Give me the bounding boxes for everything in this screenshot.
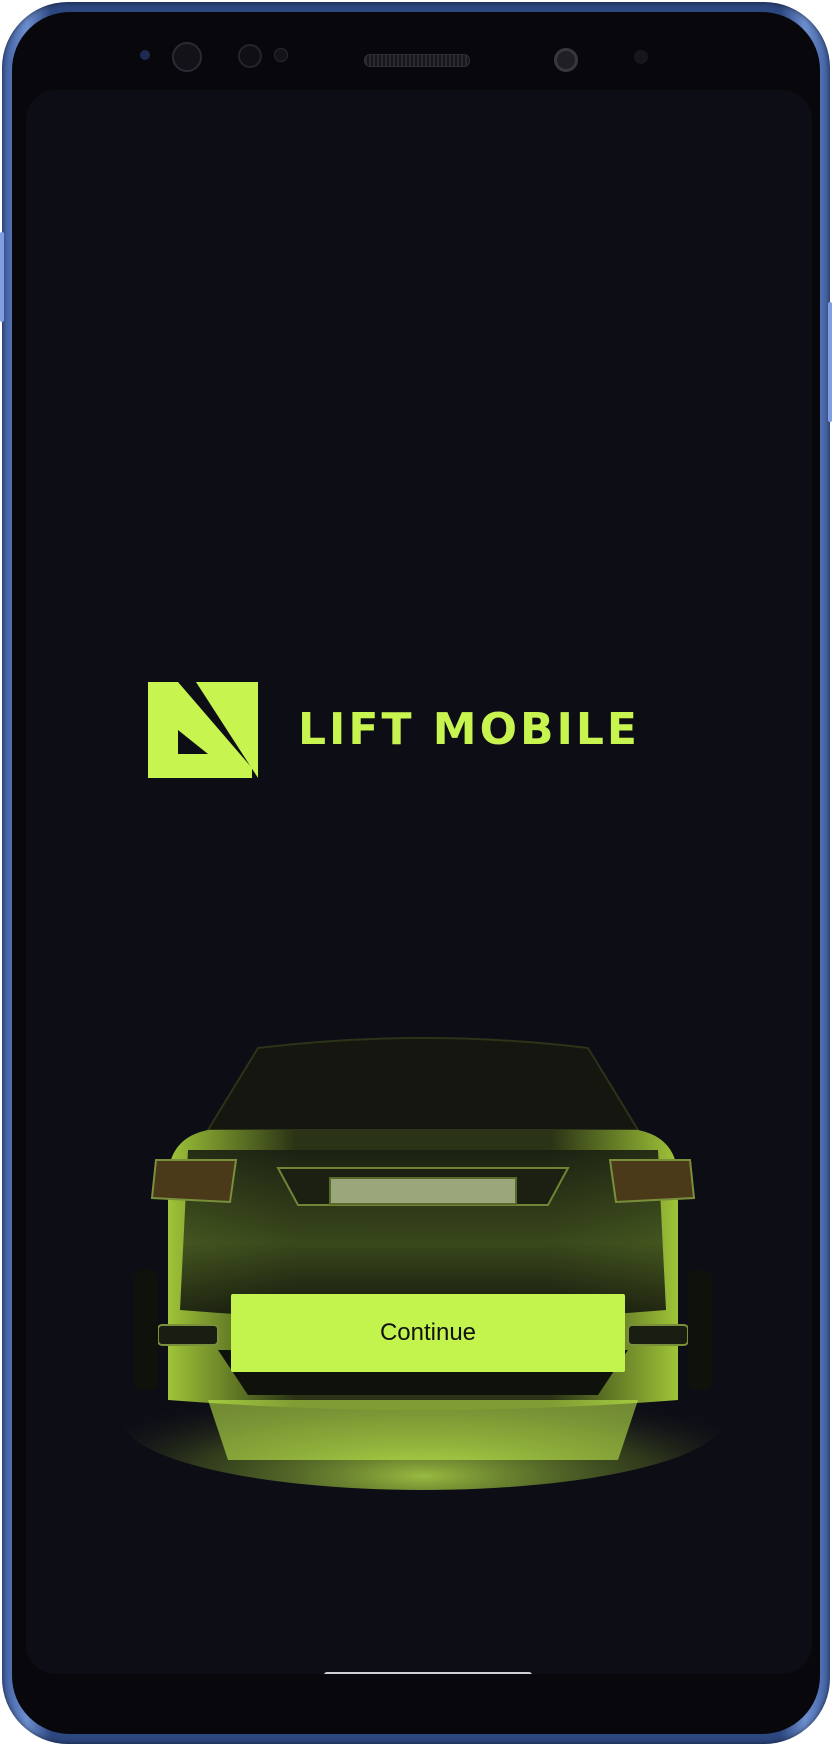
brand-header: LIFT MOBILE [148,680,640,780]
volume-button [0,232,4,322]
iris-sensor-icon [238,44,262,68]
proximity-sensor-icon [140,50,150,60]
home-indicator[interactable] [324,1672,532,1674]
phone-bezel: LIFT MOBILE Continue [12,12,820,1734]
app-screen: LIFT MOBILE Continue [26,90,812,1674]
continue-button[interactable]: Continue [231,1294,625,1372]
front-camera-icon [172,42,202,72]
car-rear-image [123,1037,723,1490]
light-sensor-icon [274,48,288,62]
selfie-camera-icon [554,48,578,72]
power-button [828,302,832,422]
flash-sensor-icon [634,50,648,64]
brand-name: LIFT MOBILE [298,704,640,755]
lift-mobile-logo-icon [148,682,258,778]
earpiece-speaker [364,54,470,67]
phone-frame: LIFT MOBILE Continue [0,2,832,1744]
